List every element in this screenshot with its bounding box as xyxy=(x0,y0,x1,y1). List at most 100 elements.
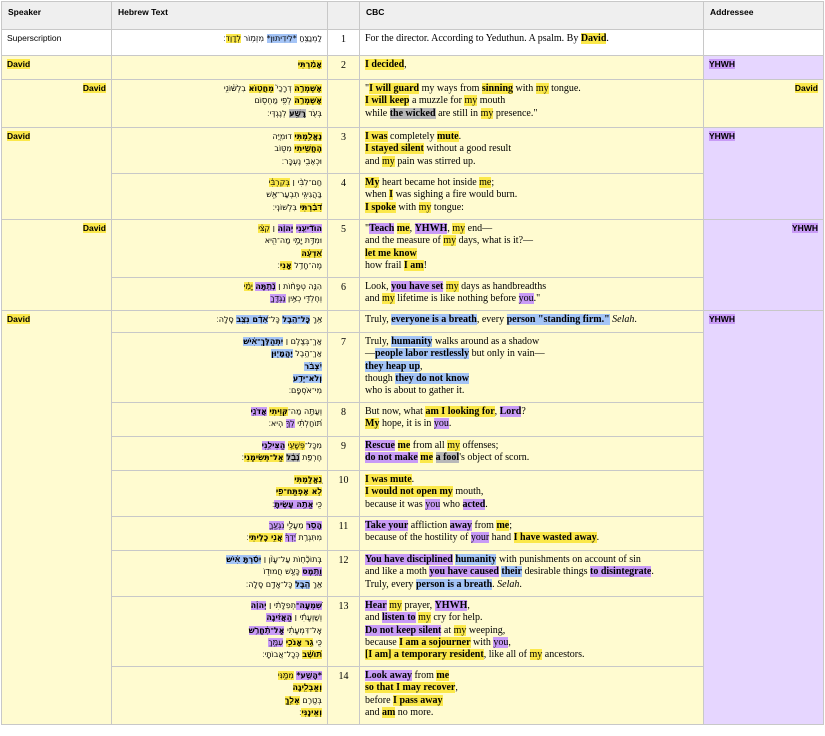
verse-number: 11 xyxy=(327,516,360,551)
text-line: תּ֝וֹשָׁ֗ב כְּכָל־אֲבוֹתָֽי׃ xyxy=(117,649,322,661)
speaker-cell: Superscription xyxy=(1,29,112,56)
verse-number: 5 xyxy=(327,219,360,278)
hebrew-cell: *הָשַׁ֣ע* מִמֶּ֣נִּי וְאַבְלִ֑יגָה בְּטֶ֖ר… xyxy=(111,666,328,725)
highlighted-phrase: הָסֵ֣ר xyxy=(306,521,322,530)
cbc-cell: Truly, humanity walks around as a shadow… xyxy=(359,332,704,403)
addressee-label: David xyxy=(794,83,818,93)
text-segment: אַ֤ךְ xyxy=(310,579,322,589)
text-segment: מִי־אֹסְפָֽם׃ xyxy=(288,386,322,396)
highlighted-phrase: נָ֘תַ֤תָּה xyxy=(255,282,276,291)
table-row: אַךְ־בְּצֶ֤לֶם ׀ יִתְהַלֶּךְ־אִ֗ישׁ אַךְ־… xyxy=(2,332,824,403)
text-line: Look, you have set my days as handbreadt… xyxy=(365,281,698,293)
text-line: I spoke with my tongue: xyxy=(365,201,698,214)
addressee-label: YHWH xyxy=(709,131,735,141)
highlighted-phrase: away xyxy=(449,520,472,531)
highlighted-phrase: יִתְהַלֶּךְ־אִ֗ישׁ xyxy=(243,337,284,346)
text-segment: because of the hostility of xyxy=(365,532,471,544)
text-line: Rescue me from all my offenses; xyxy=(365,440,698,452)
text-segment: בְּֽתוֹכָ֘ח֤וֹת עַל־עָוֺ֨ן ׀ xyxy=(261,555,322,564)
text-segment: , xyxy=(508,636,511,648)
text-segment: But now, what xyxy=(365,406,426,417)
highlighted-phrase: so that I may recover xyxy=(365,682,456,694)
text-segment: with xyxy=(395,201,419,213)
text-line: though they do not know xyxy=(365,372,698,385)
text-line: My heart became hot inside me; xyxy=(365,177,698,189)
text-segment: , xyxy=(420,360,423,372)
table-row: מִכָּל־פְּשָׁעַ֥י הַצִּילֵ֑נִי חֶרְפַּ֥ת … xyxy=(2,436,824,471)
highlighted-phrase: דִּ֝בַּ֗רְתִּי xyxy=(299,202,322,212)
cbc-cell: "Teach me, YHWH, my end— and the measure … xyxy=(359,219,704,278)
text-segment: כָּל־ xyxy=(268,315,283,324)
highlighted-phrase: מִמֶּ֣נִּי xyxy=(277,671,294,680)
highlighted-phrase: me xyxy=(420,452,434,464)
highlighted-phrase: I would not open my xyxy=(365,486,453,498)
text-segment: with punishments on account of sin xyxy=(496,554,641,565)
cbc-cell: Look, you have set my days as handbreadt… xyxy=(359,277,704,311)
text-segment: דוּמִיָּ֭ה xyxy=(272,132,295,141)
text-segment: no more. xyxy=(395,706,434,718)
table-row: David אָמַ֗רְתִּי 2 I decided, YHWH xyxy=(1,55,824,80)
highlighted-phrase: I spoke xyxy=(365,201,396,213)
highlighted-phrase: people labor restlessly xyxy=(375,348,470,360)
text-segment: who is about to gather it. xyxy=(365,385,465,397)
table-row: Superscription לַמְנַצֵּ֥חַ *לִידִיתוּן*… xyxy=(1,29,824,56)
highlighted-phrase: I am xyxy=(403,259,424,271)
text-segment: בִלְשׁ֫וֹנִ֥י xyxy=(223,84,249,93)
text-segment: מֵעָלַ֣י xyxy=(284,521,307,530)
highlighted-phrase: everyone is a breath xyxy=(391,314,477,325)
hebrew-cell: נֶאֱלַ֣מְתִּי דוּמִיָּ֭ה הֶחֱשֵׁ֣יתִי מִט… xyxy=(111,127,328,174)
highlighted-phrase: my xyxy=(381,293,395,305)
text-line: אַךְ־הֶ֥בֶל יֶהֱמָי֑וּן xyxy=(117,348,322,360)
highlighted-phrase: שִׁמְעָֽה־ xyxy=(296,601,322,610)
text-segment: while xyxy=(365,107,390,119)
cbc-cell: I decided, xyxy=(359,55,704,80)
text-line: הוֹדִ֘יעֵ֤נִי יְהוָ֨ה ׀ קִצִּ֗י xyxy=(117,223,322,235)
text-segment: מִטּ֑וֹב xyxy=(274,144,295,154)
speaker-cell: David xyxy=(1,55,112,80)
text-line: "I will guard my ways from sinning with … xyxy=(365,83,698,95)
text-segment: and the measure of xyxy=(365,235,444,247)
text-segment: from xyxy=(411,670,437,681)
highlighted-phrase: my xyxy=(480,107,494,119)
highlighted-phrase: they heap up xyxy=(365,360,421,372)
table-row: בְּֽתוֹכָ֘ח֤וֹת עַל־עָוֺ֨ן ׀ יִסַּ֬רְתָּ… xyxy=(2,550,824,597)
highlighted-phrase: am xyxy=(381,706,396,718)
text-segment: hope, it is in xyxy=(379,418,434,430)
text-line: Truly, everyone is a breath, every perso… xyxy=(365,314,698,326)
header-addressee: Addressee xyxy=(703,1,824,30)
highlighted-phrase: I stayed silent xyxy=(365,143,424,155)
text-segment: Truly, xyxy=(365,314,392,325)
highlighted-phrase: My xyxy=(365,177,380,188)
text-segment: Truly, xyxy=(365,336,392,347)
text-line: כִּ֖י אַתָּ֣ה עָשִֽׂיתָ׃ xyxy=(117,499,322,511)
highlighted-phrase: Rescue xyxy=(365,440,395,451)
text-segment: הִנֵּ֤ה טְפָח֨וֹת ׀ xyxy=(275,282,322,291)
text-segment: 's object of scorn. xyxy=(459,452,530,464)
text-segment: and like a moth xyxy=(365,566,430,578)
hebrew-cell: אַךְ־בְּצֶ֤לֶם ׀ יִתְהַלֶּךְ־אִ֗ישׁ אַךְ־… xyxy=(111,332,328,403)
text-segment: For the director. According to Yeduthun.… xyxy=(365,33,581,44)
text-line: when I was sighing a fire would burn. xyxy=(365,189,698,201)
addressee-cell: YHWH xyxy=(703,127,824,220)
highlighted-phrase: You have disciplined xyxy=(365,554,453,565)
text-segment: , xyxy=(409,223,415,234)
text-segment: אַ֥ךְ xyxy=(310,315,322,324)
table-row: הִנֵּ֤ה טְפָח֨וֹת ׀ נָ֘תַ֤תָּה יָמַ֗י וְח… xyxy=(2,277,824,311)
text-segment: אַךְ־הֶ֥בֶל xyxy=(292,349,322,359)
highlighted-phrase: Take your xyxy=(365,520,409,531)
verse-number: 2 xyxy=(327,55,360,80)
text-line: do not make me a fool's object of scorn. xyxy=(365,452,698,464)
text-line: Truly, humanity walks around as a shadow xyxy=(365,336,698,348)
highlighted-phrase: אֲנִ֣י כָלִֽיתִי xyxy=(248,533,283,543)
text-segment: and xyxy=(365,612,382,624)
text-segment: was sighing a fire would burn. xyxy=(393,189,518,201)
highlighted-phrase: let me know xyxy=(365,247,417,259)
text-segment: cry for help. xyxy=(430,612,483,624)
text-line: מֶה־חָדֵ֥ל אָֽנִי׃ xyxy=(117,260,322,272)
text-segment: how frail xyxy=(365,259,404,271)
text-line: בְּֽתוֹכָ֘ח֤וֹת עַל־עָוֺ֨ן ׀ יִסַּ֬רְתָּ… xyxy=(117,554,322,566)
text-line: while the wicked are still in my presenc… xyxy=(365,107,698,120)
text-line: אָמַ֗רְתִּי xyxy=(117,59,322,71)
text-segment: . xyxy=(651,566,654,578)
speaker-cell: David xyxy=(1,79,112,128)
